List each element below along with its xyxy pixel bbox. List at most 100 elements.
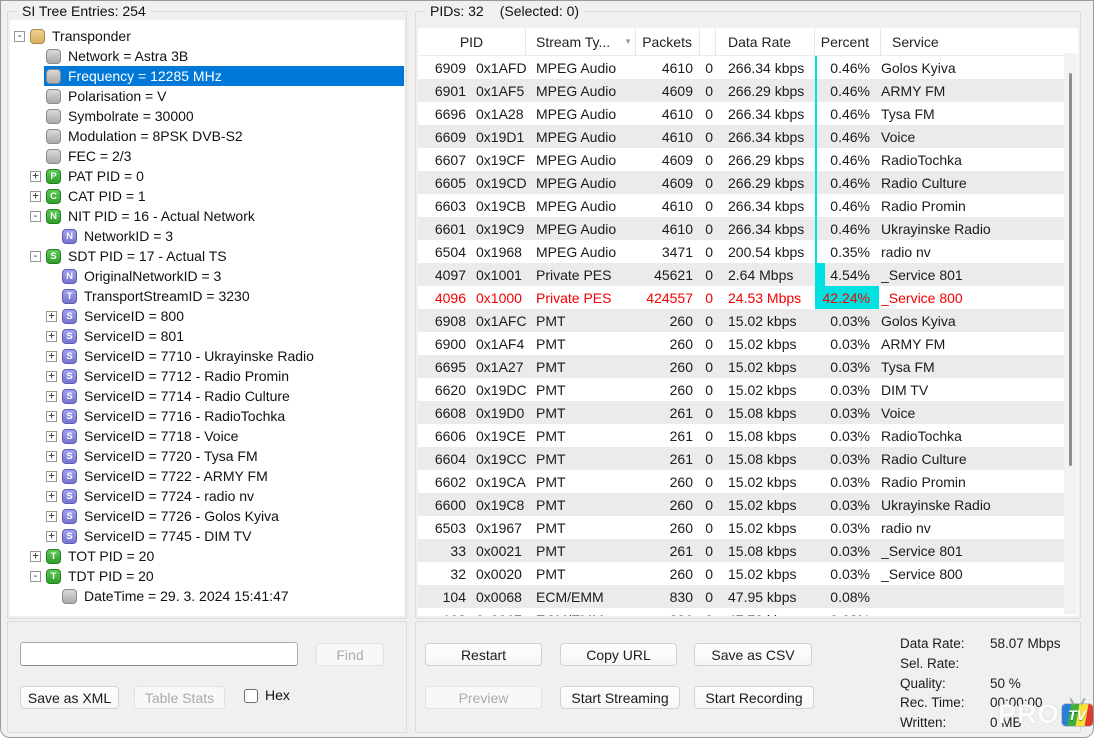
tree-node[interactable]: +SServiceID = 801: [10, 326, 404, 346]
start-recording-button[interactable]: Start Recording: [694, 686, 814, 709]
expand-icon[interactable]: +: [46, 411, 57, 422]
tree-node[interactable]: +SServiceID = 7745 - DIM TV: [10, 526, 404, 546]
tree-node[interactable]: Modulation = 8PSK DVB-S2: [10, 126, 404, 146]
tree-node[interactable]: -NNIT PID = 16 - Actual Network: [10, 206, 404, 226]
tree-node-band[interactable]: Symbolrate = 30000: [44, 106, 404, 126]
tree-node-band[interactable]: SServiceID = 7714 - Radio Culture: [60, 386, 404, 406]
collapse-icon[interactable]: -: [30, 211, 41, 222]
tree-node-band[interactable]: Transponder: [28, 26, 404, 46]
pid-row[interactable]: 66070x19CFMPEG Audio46090266.29 kbps0.46…: [418, 148, 1064, 171]
tree-node[interactable]: +SServiceID = 7724 - radio nv: [10, 486, 404, 506]
tree-node[interactable]: NOriginalNetworkID = 3: [10, 266, 404, 286]
tree-node[interactable]: Network = Astra 3B: [10, 46, 404, 66]
tree-node[interactable]: -Transponder: [10, 26, 404, 46]
tree-node-band[interactable]: Polarisation = V: [44, 86, 404, 106]
expand-icon[interactable]: +: [46, 431, 57, 442]
pid-row[interactable]: 66000x19C8PMT260015.02 kbps0.03%Ukrayins…: [418, 493, 1064, 516]
tree-node-band[interactable]: DateTime = 29. 3. 2024 15:41:47: [60, 586, 404, 606]
save-as-xml-button[interactable]: Save as XML: [20, 686, 119, 709]
column-header-packets[interactable]: Packets: [636, 28, 700, 55]
expand-icon[interactable]: +: [30, 191, 41, 202]
column-header-pid[interactable]: PID: [418, 28, 526, 55]
pid-row[interactable]: 66960x1A28MPEG Audio46100266.34 kbps0.46…: [418, 102, 1064, 125]
pid-row[interactable]: 65030x1967PMT260015.02 kbps0.03%radio nv: [418, 516, 1064, 539]
tree-node[interactable]: +CCAT PID = 1: [10, 186, 404, 206]
copy-url-button[interactable]: Copy URL: [560, 643, 677, 666]
tree-node-band[interactable]: NNetworkID = 3: [60, 226, 404, 246]
tree-node[interactable]: +SServiceID = 7710 - Ukrayinske Radio: [10, 346, 404, 366]
tree-node-band[interactable]: SServiceID = 7718 - Voice: [60, 426, 404, 446]
tree-node-band[interactable]: SServiceID = 801: [60, 326, 404, 346]
tree-node-band[interactable]: SSDT PID = 17 - Actual TS: [44, 246, 404, 266]
tree-node-band[interactable]: SServiceID = 7712 - Radio Promin: [60, 366, 404, 386]
pid-row[interactable]: 69080x1AFCPMT260015.02 kbps0.03%Golos Ky…: [418, 309, 1064, 332]
tree-node[interactable]: +SServiceID = 7718 - Voice: [10, 426, 404, 446]
pid-row[interactable]: 66950x1A27PMT260015.02 kbps0.03%Tysa FM: [418, 355, 1064, 378]
tree-node-band[interactable]: SServiceID = 800: [60, 306, 404, 326]
tree-node-band[interactable]: FEC = 2/3: [44, 146, 404, 166]
tree-node-selected[interactable]: Frequency = 12285 MHz: [44, 66, 404, 86]
tree-node-band[interactable]: CCAT PID = 1: [44, 186, 404, 206]
hex-checkbox[interactable]: [244, 689, 258, 703]
tree-node[interactable]: +TTOT PID = 20: [10, 546, 404, 566]
expand-icon[interactable]: +: [46, 491, 57, 502]
tree-node-band[interactable]: TTDT PID = 20: [44, 566, 404, 586]
tree-node[interactable]: +SServiceID = 7714 - Radio Culture: [10, 386, 404, 406]
preview-button[interactable]: Preview: [425, 686, 542, 709]
pid-row[interactable]: 66020x19CAPMT260015.02 kbps0.03%Radio Pr…: [418, 470, 1064, 493]
tree-node[interactable]: TTransportStreamID = 3230: [10, 286, 404, 306]
table-stats-button[interactable]: Table Stats: [134, 686, 225, 709]
expand-icon[interactable]: +: [46, 371, 57, 382]
pid-row[interactable]: 1030x0067ECM/EMM836047.73 kbps0.08%: [418, 608, 1064, 616]
scrollbar-thumb[interactable]: [1069, 73, 1072, 466]
tree-node-band[interactable]: NNIT PID = 16 - Actual Network: [44, 206, 404, 226]
tree-node[interactable]: Polarisation = V: [10, 86, 404, 106]
start-streaming-button[interactable]: Start Streaming: [560, 686, 680, 709]
column-header-service[interactable]: Service: [881, 28, 1064, 55]
pid-row[interactable]: 40970x1001Private PES4562102.64 Mbps4.54…: [418, 263, 1064, 286]
tree-node-band[interactable]: SServiceID = 7716 - RadioTochka: [60, 406, 404, 426]
pid-row[interactable]: 66080x19D0PMT261015.08 kbps0.03%Voice: [418, 401, 1064, 424]
pid-row[interactable]: 66010x19C9MPEG Audio46100266.34 kbps0.46…: [418, 217, 1064, 240]
expand-icon[interactable]: +: [30, 171, 41, 182]
tree-node[interactable]: +SServiceID = 7726 - Golos Kyiva: [10, 506, 404, 526]
expand-icon[interactable]: +: [46, 391, 57, 402]
pid-row[interactable]: 1040x0068ECM/EMM830047.95 kbps0.08%: [418, 585, 1064, 608]
pid-row[interactable]: 65040x1968MPEG Audio34710200.54 kbps0.35…: [418, 240, 1064, 263]
tree-node-band[interactable]: Modulation = 8PSK DVB-S2: [44, 126, 404, 146]
column-header-data-rate[interactable]: Data Rate: [716, 28, 815, 55]
expand-icon[interactable]: +: [46, 331, 57, 342]
expand-icon[interactable]: +: [46, 351, 57, 362]
tree-node-band[interactable]: NOriginalNetworkID = 3: [60, 266, 404, 286]
pid-row[interactable]: 330x0021PMT261015.08 kbps0.03%_Service 8…: [418, 539, 1064, 562]
column-header-stream-type[interactable]: Stream Ty...▼: [526, 28, 636, 55]
pid-row[interactable]: 69090x1AFDMPEG Audio46100266.34 kbps0.46…: [418, 56, 1064, 79]
collapse-icon[interactable]: -: [30, 571, 41, 582]
pid-row[interactable]: 320x0020PMT260015.02 kbps0.03%_Service 8…: [418, 562, 1064, 585]
expand-icon[interactable]: +: [46, 531, 57, 542]
tree-node-band[interactable]: PPAT PID = 0: [44, 166, 404, 186]
tree-node[interactable]: DateTime = 29. 3. 2024 15:41:47: [10, 586, 404, 606]
tree-node-band[interactable]: SServiceID = 7720 - Tysa FM: [60, 446, 404, 466]
expand-icon[interactable]: +: [30, 551, 41, 562]
tree-node-band[interactable]: Network = Astra 3B: [44, 46, 404, 66]
tree-node[interactable]: Frequency = 12285 MHz: [10, 66, 404, 86]
tree-node[interactable]: NNetworkID = 3: [10, 226, 404, 246]
tree-node[interactable]: +SServiceID = 7720 - Tysa FM: [10, 446, 404, 466]
pid-row[interactable]: 66200x19DCPMT260015.02 kbps0.03%DIM TV: [418, 378, 1064, 401]
expand-icon[interactable]: +: [46, 511, 57, 522]
vertical-scrollbar[interactable]: [1064, 53, 1077, 614]
tree-node-band[interactable]: SServiceID = 7745 - DIM TV: [60, 526, 404, 546]
pid-row[interactable]: 66090x19D1MPEG Audio46100266.34 kbps0.46…: [418, 125, 1064, 148]
tree-node-band[interactable]: SServiceID = 7724 - radio nv: [60, 486, 404, 506]
column-header-cc[interactable]: [700, 28, 716, 55]
tree-node[interactable]: FEC = 2/3: [10, 146, 404, 166]
pid-row[interactable]: 66050x19CDMPEG Audio46090266.29 kbps0.46…: [418, 171, 1064, 194]
pid-row[interactable]: 66030x19CBMPEG Audio46100266.34 kbps0.46…: [418, 194, 1064, 217]
restart-button[interactable]: Restart: [425, 643, 542, 666]
collapse-icon[interactable]: -: [30, 251, 41, 262]
si-tree[interactable]: -TransponderNetwork = Astra 3BFrequency …: [10, 20, 404, 616]
pid-row[interactable]: 40960x1000Private PES424557024.53 Mbps42…: [418, 286, 1064, 309]
tree-node[interactable]: Symbolrate = 30000: [10, 106, 404, 126]
collapse-icon[interactable]: -: [14, 31, 25, 42]
